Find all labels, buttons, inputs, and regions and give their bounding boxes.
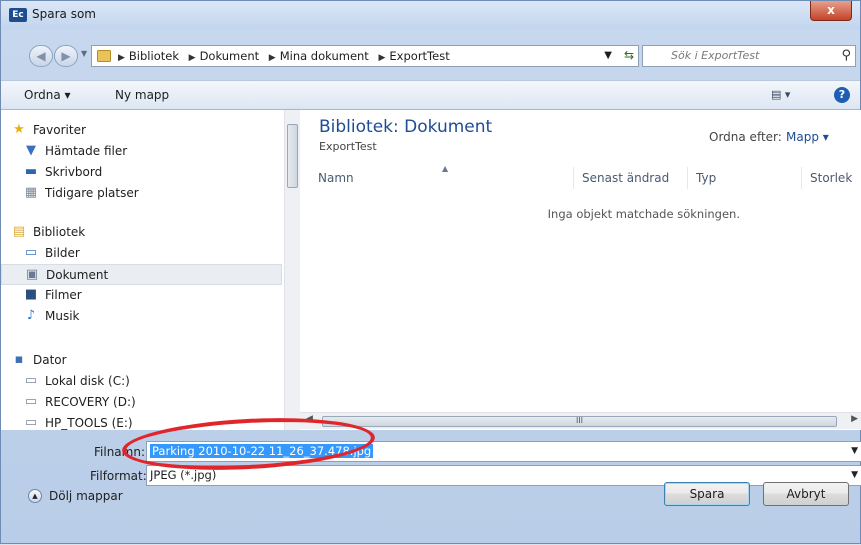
star-icon: ★ xyxy=(13,122,25,137)
nav-scroll-thumb[interactable] xyxy=(287,124,298,188)
breadcrumb: ▶ Bibliotek ▶ Dokument ▶ Mina dokument ▶ Exp… xyxy=(116,49,454,63)
change-view-icon[interactable]: ▤ ▾ xyxy=(771,88,790,101)
music-icon: ♪ xyxy=(26,308,36,323)
recent-pages-dropdown[interactable]: ▼ xyxy=(81,49,87,58)
nav-label: HP_TOOLS (E:) xyxy=(45,416,133,430)
empty-message: Inga objekt matchade sökningen. xyxy=(547,207,740,221)
arrange-by-dropdown[interactable]: Mapp ▾ xyxy=(786,130,829,144)
new-folder-button[interactable]: Ny mapp xyxy=(115,88,169,102)
nav-item-recent-places[interactable]: ▦ Tidigare platser xyxy=(1,183,282,204)
column-size[interactable]: Storlek xyxy=(801,167,861,189)
nav-label: Bilder xyxy=(45,246,80,260)
nav-label: RECOVERY (D:) xyxy=(45,395,136,409)
library-icon: ▤ xyxy=(12,224,26,239)
system-drive-icon: ▭ xyxy=(24,373,38,388)
nav-favorites[interactable]: ★ Favoriter xyxy=(1,120,282,141)
nav-label: Favoriter xyxy=(33,123,86,137)
pictures-icon: ▭ xyxy=(24,245,38,260)
nav-label: Dokument xyxy=(46,268,109,282)
library-subtitle: ExportTest xyxy=(319,140,377,153)
column-label: Namn xyxy=(318,171,354,185)
search-placeholder: Sök i ExportTest xyxy=(671,49,760,62)
videos-icon: ■ xyxy=(24,287,38,302)
drive-icon: ▭ xyxy=(24,394,38,409)
chevron-right-icon[interactable]: ▶ xyxy=(378,53,385,63)
column-headers: ▲ Namn Senast ändrad Typ Storlek xyxy=(300,164,861,189)
filename-dropdown-icon[interactable]: ▼ xyxy=(851,446,858,456)
folder-icon xyxy=(97,50,111,62)
address-row: ◀ ▶ ▼ ▶ Bibliotek ▶ Dokument ▶ Mina dokumen… xyxy=(1,43,860,69)
column-type[interactable]: Typ xyxy=(687,167,801,189)
downloads-folder-icon: ▼ xyxy=(26,143,36,158)
nav-label: Skrivbord xyxy=(45,165,103,179)
title-bar: Ec Spara som x xyxy=(1,1,860,29)
forward-arrow-icon: ▶ xyxy=(61,49,71,63)
documents-icon: ▣ xyxy=(25,267,39,282)
search-input[interactable]: Sök i ExportTest ⚲ xyxy=(642,45,856,67)
forward-button[interactable]: ▶ xyxy=(54,45,78,67)
nav-computer[interactable]: ▪ Dator xyxy=(1,350,282,371)
refresh-icon[interactable]: ⇆ xyxy=(624,48,634,62)
organize-menu[interactable]: Ordna ▾ xyxy=(24,88,71,102)
file-list-pane: Bibliotek: Dokument ExportTest Ordna eft… xyxy=(300,110,861,430)
nav-scrollbar[interactable] xyxy=(284,110,300,430)
dialog-footer: ▲ Dölj mappar Spara Avbryt xyxy=(1,475,860,545)
column-date-modified[interactable]: Senast ändrad xyxy=(573,167,687,189)
nav-label: Hämtade filer xyxy=(45,144,128,158)
breadcrumb-item[interactable]: ExportTest xyxy=(389,49,449,63)
command-bar: Ordna ▾ Ny mapp ▤ ▾ ? xyxy=(1,80,860,110)
chevron-right-icon[interactable]: ▶ xyxy=(189,53,196,63)
nav-label: Lokal disk (C:) xyxy=(45,374,130,388)
address-bar[interactable]: ▶ Bibliotek ▶ Dokument ▶ Mina dokument ▶ Exp… xyxy=(91,45,639,67)
nav-item-local-disk[interactable]: ▭ Lokal disk (C:) xyxy=(1,371,282,392)
app-icon: Ec xyxy=(9,8,27,22)
column-label: Storlek xyxy=(810,171,853,185)
nav-libraries[interactable]: ▤ Bibliotek xyxy=(1,222,282,243)
chevron-right-icon[interactable]: ▶ xyxy=(118,53,125,63)
back-arrow-icon: ◀ xyxy=(36,49,46,63)
horizontal-scrollbar[interactable]: ◀ III ▶ xyxy=(300,412,861,429)
cancel-button[interactable]: Avbryt xyxy=(763,482,849,506)
column-label: Typ xyxy=(696,171,717,185)
column-label: Senast ändrad xyxy=(582,171,670,185)
back-button[interactable]: ◀ xyxy=(29,45,53,67)
nav-item-pictures[interactable]: ▭ Bilder xyxy=(1,243,282,264)
breadcrumb-item[interactable]: Bibliotek xyxy=(129,49,179,63)
recent-places-icon: ▦ xyxy=(24,185,38,200)
search-icon[interactable]: ⚲ xyxy=(841,48,851,63)
address-dropdown-icon[interactable]: ▼ xyxy=(604,50,612,61)
nav-item-downloads[interactable]: ▼ Hämtade filer xyxy=(1,141,282,162)
nav-item-documents[interactable]: ▣ Dokument xyxy=(1,264,282,285)
save-button[interactable]: Spara xyxy=(664,482,750,506)
breadcrumb-item[interactable]: Dokument xyxy=(200,49,260,63)
column-name[interactable]: ▲ Namn xyxy=(300,164,573,189)
desktop-icon: ▬ xyxy=(24,164,38,179)
horizontal-scroll-thumb[interactable]: III xyxy=(322,416,837,427)
nav-item-videos[interactable]: ■ Filmer xyxy=(1,285,282,306)
nav-label: Bibliotek xyxy=(33,225,86,239)
computer-icon: ▪ xyxy=(14,352,24,367)
scroll-right-icon[interactable]: ▶ xyxy=(851,414,858,424)
nav-label: Dator xyxy=(33,353,67,367)
close-button[interactable]: x xyxy=(810,1,852,21)
nav-label: Musik xyxy=(45,309,80,323)
collapse-folders-icon[interactable]: ▲ xyxy=(28,489,42,503)
chevron-right-icon[interactable]: ▶ xyxy=(269,53,276,63)
sort-arrow-icon: ▲ xyxy=(442,164,449,173)
drive-icon: ▭ xyxy=(24,415,38,430)
nav-label: Filmer xyxy=(45,288,82,302)
nav-item-recovery[interactable]: ▭ RECOVERY (D:) xyxy=(1,392,282,413)
hide-folders-toggle[interactable]: Dölj mappar xyxy=(49,489,123,503)
nav-label: Tidigare platser xyxy=(45,186,139,200)
window-title: Spara som xyxy=(32,7,96,21)
arrange-by-label: Ordna efter: xyxy=(709,130,782,144)
nav-item-music[interactable]: ♪ Musik xyxy=(1,306,282,327)
breadcrumb-item[interactable]: Mina dokument xyxy=(280,49,369,63)
nav-item-desktop[interactable]: ▬ Skrivbord xyxy=(1,162,282,183)
navigation-pane: ★ Favoriter ▼ Hämtade filer ▬ Skrivbord … xyxy=(1,110,300,430)
save-as-dialog: Ec Spara som x ◀ ▶ ▼ ▶ Bibliotek ▶ Dokumen… xyxy=(0,0,861,544)
library-title: Bibliotek: Dokument xyxy=(319,117,493,137)
help-icon[interactable]: ? xyxy=(834,87,850,103)
